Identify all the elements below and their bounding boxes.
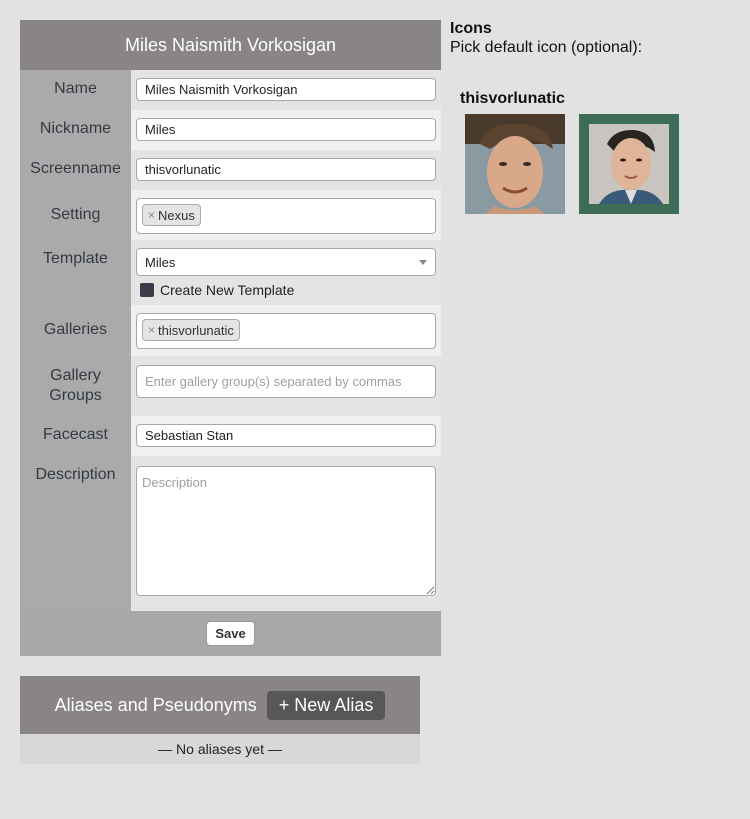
- icon-option[interactable]: [465, 114, 565, 214]
- gallery-groups-label: Gallery Groups: [20, 356, 131, 416]
- gallery-groups-row: Gallery Groups: [20, 356, 441, 416]
- name-row: Name: [20, 70, 441, 110]
- create-template-checkbox[interactable]: [140, 283, 154, 297]
- screenname-input[interactable]: [136, 158, 436, 181]
- description-row: Description: [20, 456, 441, 611]
- create-template-label: Create New Template: [160, 282, 295, 298]
- nickname-row: Nickname: [20, 110, 441, 150]
- save-button[interactable]: Save: [206, 621, 255, 646]
- icons-title: Icons: [450, 20, 492, 37]
- facecast-label: Facecast: [20, 416, 131, 456]
- setting-label: Setting: [20, 190, 131, 240]
- galleries-row: Galleries × thisvorlunatic: [20, 305, 441, 356]
- character-avatar-icon: [465, 114, 565, 214]
- aliases-panel: Aliases and Pseudonyms + New Alias — No …: [20, 676, 420, 764]
- nickname-label: Nickname: [20, 110, 131, 150]
- remove-tag-icon[interactable]: ×: [148, 208, 155, 222]
- new-alias-button[interactable]: + New Alias: [266, 690, 386, 720]
- gallery-tag: × thisvorlunatic: [142, 319, 240, 341]
- template-select-value: Miles: [145, 254, 176, 270]
- gallery-tag-label: thisvorlunatic: [158, 322, 234, 338]
- nickname-input[interactable]: [136, 118, 436, 141]
- screenname-label: Screenname: [20, 150, 131, 190]
- facecast-row: Facecast: [20, 416, 441, 456]
- icon-gallery-name: thisvorlunatic: [460, 90, 565, 107]
- setting-tag-input[interactable]: × Nexus: [136, 198, 436, 234]
- setting-tag-label: Nexus: [158, 207, 195, 223]
- aliases-title: Aliases and Pseudonyms: [54, 694, 257, 715]
- aliases-empty-message: — No aliases yet —: [20, 734, 420, 764]
- character-form: Miles Naismith Vorkosigan Name Nickname …: [20, 20, 441, 656]
- gallery-groups-label-line-2: Groups: [49, 387, 102, 404]
- template-row: Template Miles Create New Template: [20, 240, 441, 305]
- galleries-label: Galleries: [20, 305, 131, 356]
- create-template-option[interactable]: Create New Template: [140, 282, 436, 298]
- description-label: Description: [20, 456, 131, 611]
- description-textarea[interactable]: [136, 466, 436, 596]
- template-select[interactable]: Miles: [136, 248, 436, 276]
- screenname-row: Screenname: [20, 150, 441, 190]
- gallery-groups-input[interactable]: [136, 365, 436, 398]
- facecast-input[interactable]: [136, 424, 436, 447]
- setting-row: Setting × Nexus: [20, 190, 441, 240]
- gallery-groups-label-line-1: Gallery: [50, 367, 101, 384]
- character-avatar-icon: [589, 124, 669, 204]
- character-title: Miles Naismith Vorkosigan: [124, 34, 337, 55]
- icons-section: Icons Pick default icon (optional): this…: [450, 20, 740, 214]
- icon-list: [465, 114, 740, 214]
- save-bar: Save: [20, 611, 441, 656]
- name-label: Name: [20, 70, 131, 110]
- remove-tag-icon[interactable]: ×: [148, 323, 155, 337]
- icon-option-selected[interactable]: [579, 114, 679, 214]
- galleries-tag-input[interactable]: × thisvorlunatic: [136, 313, 436, 349]
- chevron-down-icon: [419, 259, 427, 265]
- template-label: Template: [20, 240, 131, 305]
- name-input[interactable]: [136, 78, 436, 101]
- setting-tag: × Nexus: [142, 204, 201, 226]
- aliases-header: Aliases and Pseudonyms + New Alias: [20, 676, 420, 734]
- character-title-header: Miles Naismith Vorkosigan: [20, 20, 441, 70]
- icons-subtitle: Pick default icon (optional):: [450, 39, 643, 56]
